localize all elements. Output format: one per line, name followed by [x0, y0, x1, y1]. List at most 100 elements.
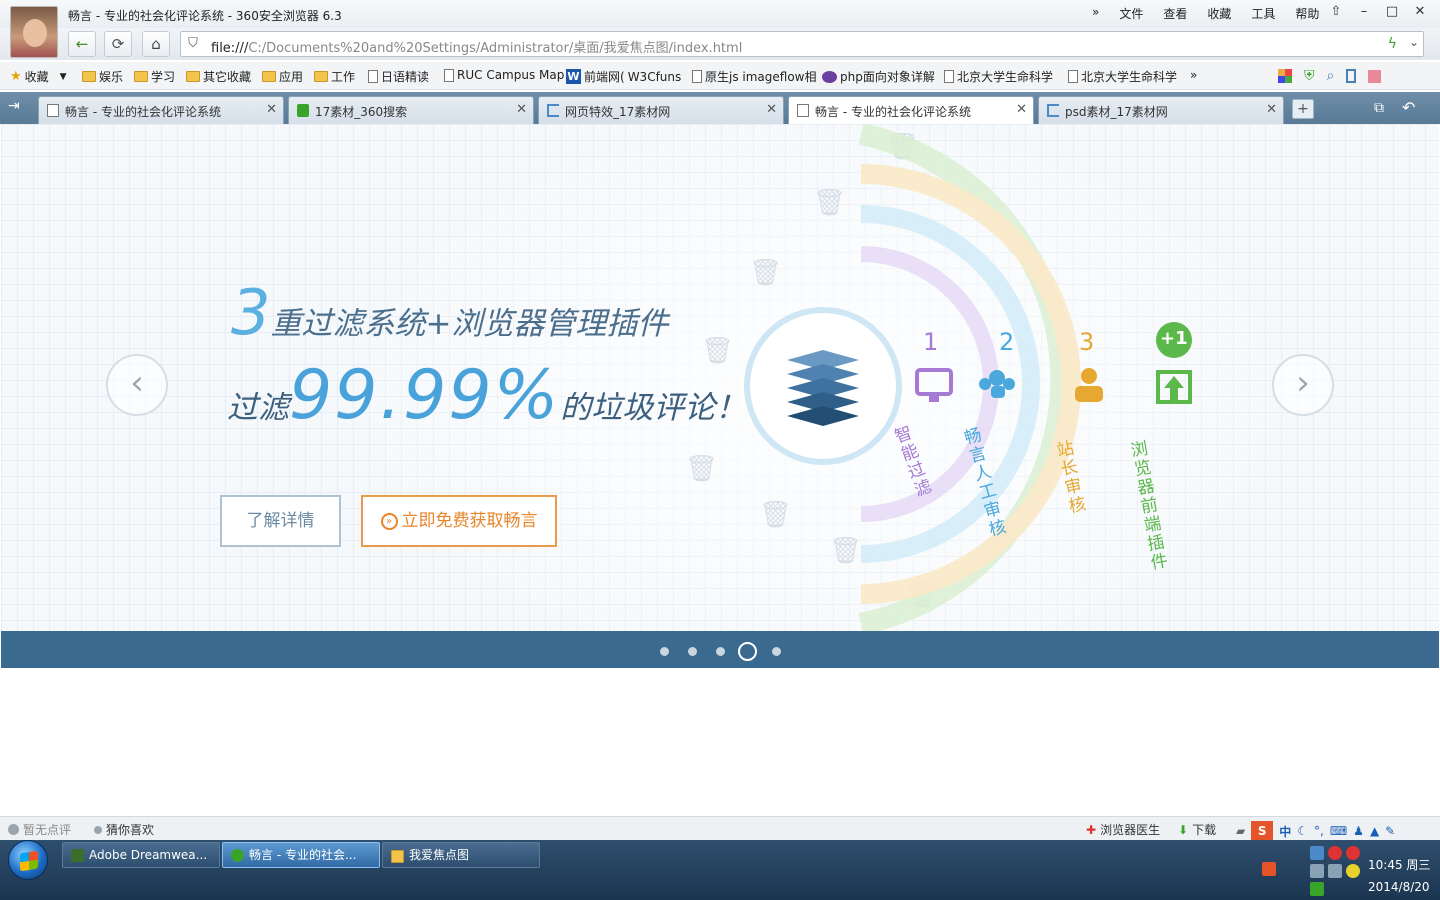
- bookmark-favorites[interactable]: ★ 收藏 ▼: [10, 68, 67, 85]
- new-tab-button[interactable]: +: [1292, 99, 1314, 119]
- bookmark-folder-entertainment[interactable]: 娱乐: [82, 68, 123, 85]
- bookmark-pku-life-1[interactable]: 北京大学生命科学: [944, 68, 1053, 85]
- menu-favorites[interactable]: 收藏: [1207, 5, 1231, 22]
- no-review-status[interactable]: 暂无点评: [8, 821, 71, 838]
- user-avatar[interactable]: [10, 6, 58, 58]
- download-icon: ⬇: [1178, 822, 1189, 837]
- shield-tray-icon[interactable]: [1310, 882, 1324, 896]
- tab-web-effects[interactable]: 网页特效_17素材网 ✕: [538, 96, 784, 124]
- start-button[interactable]: [8, 840, 48, 880]
- phone-icon[interactable]: [1346, 69, 1357, 83]
- close-button[interactable]: ✕: [1408, 3, 1432, 21]
- bookmark-overflow[interactable]: »: [1190, 68, 1197, 82]
- maximize-button[interactable]: □: [1380, 3, 1404, 21]
- menu-file[interactable]: 文件: [1119, 5, 1143, 22]
- close-tab-icon[interactable]: ✕: [1266, 102, 1277, 117]
- qq-penguin-icon[interactable]: [1328, 846, 1342, 860]
- slide-dot-1[interactable]: [660, 647, 669, 656]
- address-bar[interactable]: ⛉ file:///C:/Documents%20and%20Settings/…: [180, 31, 1424, 57]
- tab-360-search[interactable]: 17素材_360搜索 ✕: [288, 96, 534, 124]
- refresh-button[interactable]: ⟳: [104, 31, 132, 57]
- volume-tray-icon[interactable]: [1328, 864, 1342, 878]
- taskbar-browser[interactable]: 畅言 - 专业的社会...: [222, 842, 380, 868]
- tab-changyan-1[interactable]: 畅言 - 专业的社会化评论系统 ✕: [38, 96, 284, 124]
- bookmark-qianduan[interactable]: W 前端网(W3Cfuns: [566, 68, 681, 85]
- ring-3-number: 3: [1079, 328, 1095, 356]
- add-tray-icon[interactable]: [1346, 864, 1360, 878]
- bookmark-pku-life-2[interactable]: 北京大学生命科学: [1068, 68, 1177, 85]
- qq-tray-icon[interactable]: [1310, 846, 1324, 860]
- punctuation-icon[interactable]: °,: [1314, 824, 1324, 838]
- download-manager[interactable]: ⬇ 下载: [1178, 821, 1216, 838]
- close-tab-icon[interactable]: ✕: [1016, 102, 1027, 117]
- close-tab-icon[interactable]: ✕: [766, 102, 777, 117]
- gamepad-icon[interactable]: ▰: [1236, 824, 1245, 838]
- slide-dot-5[interactable]: [772, 647, 781, 656]
- shirt-icon[interactable]: ▲: [1370, 824, 1379, 838]
- bookmark-folder-apps[interactable]: 应用: [262, 68, 303, 85]
- slide-dot-3[interactable]: [716, 647, 725, 656]
- tab-changyan-active[interactable]: 畅言 - 专业的社会化评论系统 ✕: [788, 96, 1034, 124]
- home-button[interactable]: ⌂: [142, 31, 170, 57]
- skin-icon[interactable]: ⇧: [1324, 3, 1348, 21]
- speed-mode-icon[interactable]: ϟ: [1388, 36, 1397, 52]
- back-button[interactable]: ←: [68, 31, 96, 57]
- undo-close-icon[interactable]: ↶: [1402, 98, 1415, 117]
- restore-tabs-icon[interactable]: ⧉: [1374, 100, 1384, 116]
- menu-tools[interactable]: 工具: [1251, 5, 1275, 22]
- apps-icon[interactable]: [1278, 69, 1292, 83]
- tab-psd[interactable]: psd素材_17素材网 ✕: [1038, 96, 1284, 124]
- page-viewport: 🗑 🗑 🗑 🗑 🗑 🗑 🗑 🗑 1 2 3 +1 智能过滤 畅言人工审核 站长审…: [1, 124, 1439, 818]
- ime-mode-indicator[interactable]: 中: [1279, 823, 1291, 840]
- bookmark-php-oop[interactable]: php面向对象详解: [822, 68, 935, 85]
- minimize-button[interactable]: –: [1352, 3, 1376, 21]
- page-icon: [797, 104, 809, 117]
- keyboard-icon[interactable]: ⌨: [1330, 824, 1347, 838]
- site-17-icon: [1047, 104, 1059, 117]
- sidebar-toggle-icon[interactable]: ⇥: [8, 98, 20, 114]
- wrench-icon[interactable]: ✎: [1385, 824, 1395, 838]
- extension-icon[interactable]: [1368, 69, 1382, 83]
- taskbar-folder[interactable]: 我爱焦点图: [382, 842, 540, 868]
- folder-icon: [186, 71, 200, 82]
- system-clock[interactable]: 10:45 周三 2014/8/20: [1368, 854, 1430, 898]
- sogou-tray-icon[interactable]: [1262, 862, 1276, 876]
- learn-more-button[interactable]: 了解详情: [220, 495, 341, 547]
- circle-arrow-icon: »: [380, 513, 398, 530]
- close-tab-icon[interactable]: ✕: [266, 102, 277, 117]
- slide-dot-4-active[interactable]: [738, 642, 757, 661]
- close-tab-icon[interactable]: ✕: [516, 102, 527, 117]
- bookmark-ruc-map[interactable]: RUC Campus Map: [444, 68, 564, 82]
- slide-dot-2[interactable]: [688, 647, 697, 656]
- bookmark-folder-work[interactable]: 工作: [314, 68, 355, 85]
- home-icon: ⌂: [151, 35, 161, 53]
- sogou-ime-icon[interactable]: S: [1251, 821, 1274, 841]
- filter-rings-graphic: [744, 124, 1192, 631]
- menu-help[interactable]: 帮助: [1295, 5, 1319, 22]
- chevron-down-icon[interactable]: ⌄: [1409, 35, 1419, 49]
- moon-icon[interactable]: ☾: [1297, 824, 1308, 838]
- bookmark-japanese[interactable]: 日语精读: [368, 68, 429, 85]
- browser-doctor[interactable]: ✚ 浏览器医生: [1086, 821, 1160, 838]
- get-free-button[interactable]: » 立即免费获取畅言: [361, 495, 557, 547]
- bookmark-folder-study[interactable]: 学习: [134, 68, 175, 85]
- network-tray-icon[interactable]: [1310, 864, 1324, 878]
- bookmark-folder-other[interactable]: 其它收藏: [186, 68, 251, 85]
- menu-more[interactable]: »: [1092, 5, 1099, 22]
- url-text[interactable]: file:///C:/Documents%20and%20Settings/Ad…: [211, 37, 742, 56]
- bookmark-imageflow[interactable]: 原生js imageflow相: [692, 68, 817, 85]
- security-icon[interactable]: ⛨: [1304, 68, 1315, 84]
- user-icon[interactable]: ♟: [1353, 824, 1364, 838]
- taskbar-dreamweaver[interactable]: Adobe Dreamwea...: [62, 842, 220, 868]
- title-bar: 畅言 - 专业的社会化评论系统 - 360安全浏览器 6.3 » 文件 查看 收…: [0, 0, 1440, 28]
- bookmark-toolbar-icons: ⛨ ⌕: [1278, 68, 1382, 84]
- next-slide-button[interactable]: ›: [1272, 354, 1334, 416]
- dot-icon: [94, 825, 102, 834]
- shield-icon: ⛉: [188, 36, 198, 51]
- qq-penguin-icon-2[interactable]: [1346, 846, 1360, 860]
- prev-slide-button[interactable]: ‹: [106, 354, 168, 416]
- search-icon[interactable]: ⌕: [1327, 68, 1335, 84]
- guess-you-like[interactable]: 猜你喜欢: [94, 821, 154, 838]
- windows-taskbar: Adobe Dreamwea... 畅言 - 专业的社会... 我爱焦点图 10…: [0, 840, 1440, 900]
- menu-view[interactable]: 查看: [1163, 5, 1187, 22]
